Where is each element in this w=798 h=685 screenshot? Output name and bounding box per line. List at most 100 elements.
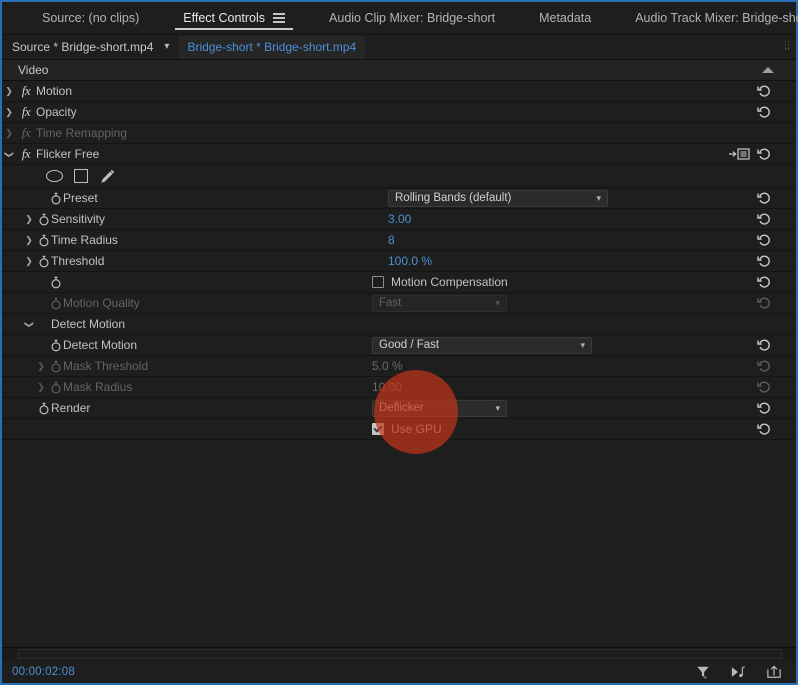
panel-tab-bar: Source: (no clips) Effect Controls Audio… xyxy=(2,2,798,35)
reset-icon[interactable] xyxy=(757,148,772,161)
render-dropdown[interactable]: Deflicker ▾ xyxy=(372,399,507,417)
stopwatch-icon[interactable] xyxy=(36,213,51,226)
param-label-mask-radius: Mask Radius xyxy=(63,380,133,394)
chevron-down-icon[interactable]: ▾ xyxy=(164,42,169,52)
threshold-value[interactable]: 100.0 % xyxy=(388,254,432,268)
chevron-down-icon: ▾ xyxy=(495,297,500,308)
param-row-render[interactable]: Render Deflicker ▾ xyxy=(2,398,796,419)
twisty-icon[interactable]: ❯ xyxy=(34,382,48,392)
mini-timeline-track[interactable] xyxy=(18,649,782,659)
effect-label-opacity: Opacity xyxy=(36,105,77,119)
stopwatch-icon[interactable] xyxy=(36,402,51,415)
twisty-icon[interactable]: ❯ xyxy=(5,147,15,161)
param-label-time-radius: Time Radius xyxy=(51,233,118,247)
tab-effect-controls[interactable]: Effect Controls xyxy=(161,2,307,35)
sensitivity-value[interactable]: 3.00 xyxy=(388,212,411,226)
reset-icon[interactable] xyxy=(757,85,772,98)
reset-icon[interactable] xyxy=(757,276,772,289)
twisty-icon[interactable]: ❯ xyxy=(2,86,16,96)
twisty-icon[interactable]: ❯ xyxy=(2,107,16,117)
effect-row-flicker-free[interactable]: ❯ fx Flicker Free xyxy=(2,144,796,165)
fx-icon: fx xyxy=(21,83,31,98)
stopwatch-icon[interactable] xyxy=(48,339,63,352)
detect-motion-dropdown[interactable]: Good / Fast ▾ xyxy=(372,336,592,354)
ellipse-icon[interactable] xyxy=(46,170,63,182)
wrench-filter-icon[interactable] xyxy=(696,665,710,679)
param-row-threshold[interactable]: ❯ Threshold 100.0 % xyxy=(2,251,796,272)
chevron-down-icon: ▾ xyxy=(580,339,585,350)
param-value-motion-quality: Fast ▾ xyxy=(372,293,507,313)
twisty-icon[interactable]: ❯ xyxy=(22,256,36,266)
param-value-detect-motion: Good / Fast ▾ xyxy=(372,335,592,355)
param-value-motion-compensation: Motion Compensation xyxy=(372,272,508,292)
param-value-threshold: 100.0 % xyxy=(388,251,432,271)
stopwatch-icon[interactable] xyxy=(48,192,63,205)
reset-icon[interactable] xyxy=(757,339,772,352)
panel-menu-icon[interactable] xyxy=(273,13,286,23)
effect-row-opacity[interactable]: ❯ fx Opacity xyxy=(2,102,796,123)
mini-timeline[interactable] xyxy=(2,647,796,661)
param-row-use-gpu[interactable]: Use GPU xyxy=(2,419,796,440)
param-label-sensitivity: Sensitivity xyxy=(51,212,106,226)
tab-source[interactable]: Source: (no clips) xyxy=(20,2,161,35)
stopwatch-icon[interactable] xyxy=(36,255,51,268)
param-value-time-radius: 8 xyxy=(388,230,395,250)
reset-icon[interactable] xyxy=(757,255,772,268)
tab-audio-clip-mixer-label: Audio Clip Mixer: Bridge-short xyxy=(329,11,496,25)
param-value-sensitivity: 3.00 xyxy=(388,209,411,229)
effect-row-time-remapping[interactable]: ❯ fx Time Remapping xyxy=(2,123,796,144)
twisty-icon[interactable]: ❯ xyxy=(2,128,16,138)
param-row-preset[interactable]: Preset Rolling Bands (default) ▾ xyxy=(2,188,796,209)
time-radius-value[interactable]: 8 xyxy=(388,233,395,247)
param-row-time-radius[interactable]: ❯ Time Radius 8 xyxy=(2,230,796,251)
param-label-preset: Preset xyxy=(63,191,98,205)
param-group-detect-motion[interactable]: ❯ Detect Motion xyxy=(2,314,796,335)
active-clip-label[interactable]: Bridge-short * Bridge-short.mp4 xyxy=(178,35,366,59)
mask-radius-value: 10.00 xyxy=(372,380,403,394)
play-audio-icon[interactable] xyxy=(730,665,746,679)
reset-icon[interactable] xyxy=(757,423,772,436)
parameter-list: ❯ fx Motion ❯ fx Opacity ❯ fx Time Remap… xyxy=(2,81,796,647)
pen-icon[interactable] xyxy=(99,168,116,184)
chevron-down-icon: ▾ xyxy=(495,402,500,413)
reset-icon[interactable] xyxy=(757,192,772,205)
preset-dropdown[interactable]: Rolling Bands (default) ▾ xyxy=(388,189,608,207)
use-gpu-checkbox[interactable] xyxy=(372,423,384,435)
param-row-detect-motion[interactable]: Detect Motion Good / Fast ▾ xyxy=(2,335,796,356)
effect-label-motion: Motion xyxy=(36,84,73,98)
tab-metadata[interactable]: Metadata xyxy=(517,2,613,35)
video-section-title: Video xyxy=(18,63,49,77)
reset-icon xyxy=(757,360,772,373)
twisty-icon[interactable]: ❯ xyxy=(25,317,35,331)
fx-icon: fx xyxy=(21,125,31,140)
stopwatch-icon[interactable] xyxy=(48,276,63,289)
param-row-sensitivity[interactable]: ❯ Sensitivity 3.00 xyxy=(2,209,796,230)
twisty-icon[interactable]: ❯ xyxy=(22,235,36,245)
video-section-header[interactable]: Video xyxy=(2,60,796,81)
tab-audio-clip-mixer[interactable]: Audio Clip Mixer: Bridge-short xyxy=(307,2,517,35)
panel-resize-grip[interactable] xyxy=(785,41,790,53)
tab-audio-track-mixer[interactable]: Audio Track Mixer: Bridge-short xyxy=(613,2,798,35)
mask-shape-toolbar xyxy=(2,165,796,188)
reset-icon[interactable] xyxy=(757,234,772,247)
collapse-arrow-icon[interactable] xyxy=(762,67,774,73)
stopwatch-icon xyxy=(48,360,63,373)
twisty-icon[interactable]: ❯ xyxy=(22,214,36,224)
param-row-motion-compensation[interactable]: Motion Compensation xyxy=(2,272,796,293)
param-label-detect-motion: Detect Motion xyxy=(63,338,138,352)
rectangle-icon[interactable] xyxy=(74,169,88,183)
chevron-down-icon: ▾ xyxy=(596,192,601,203)
motion-compensation-checkbox[interactable] xyxy=(372,276,384,288)
effect-row-motion[interactable]: ❯ fx Motion xyxy=(2,81,796,102)
export-frame-icon[interactable] xyxy=(766,665,782,679)
timecode-display[interactable]: 00:00:02:08 xyxy=(12,666,75,678)
param-value-use-gpu: Use GPU xyxy=(372,419,442,439)
effect-options-icon[interactable] xyxy=(728,148,750,160)
reset-icon[interactable] xyxy=(757,106,772,119)
twisty-icon[interactable]: ❯ xyxy=(34,361,48,371)
reset-icon[interactable] xyxy=(757,402,772,415)
stopwatch-icon[interactable] xyxy=(36,234,51,247)
param-value-render: Deflicker ▾ xyxy=(372,398,507,418)
fx-icon: fx xyxy=(21,104,31,119)
reset-icon[interactable] xyxy=(757,213,772,226)
